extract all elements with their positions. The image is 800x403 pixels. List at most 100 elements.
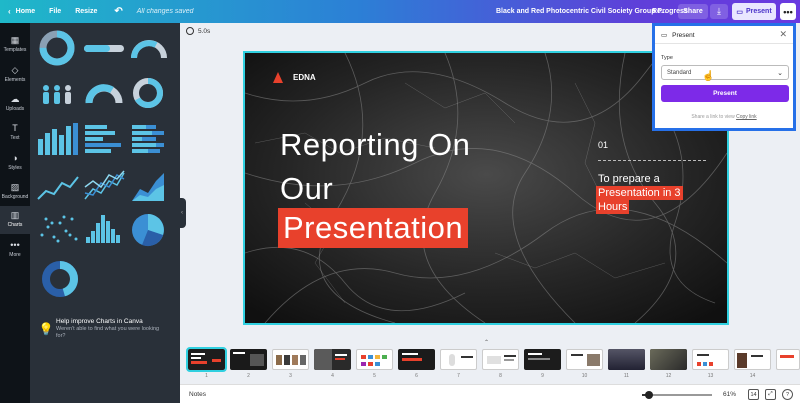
line-chart-thumbnail[interactable] [37, 176, 79, 200]
present-title: Present [672, 31, 695, 39]
rail-item-background[interactable]: ▨ Background [0, 182, 30, 200]
slide-title-line2[interactable]: Our [280, 172, 333, 206]
present-dropdown: ▭ Present ✕ Type Standard ⌄ Present Shar… [652, 23, 796, 131]
rail-label: Uploads [5, 106, 25, 112]
slide-title-line1[interactable]: Reporting On [280, 128, 470, 162]
slide-subtitle-line3[interactable]: Hours [596, 200, 630, 214]
rail-item-templates[interactable]: ▦ Templates [0, 35, 30, 53]
zoom-value[interactable]: 61% [723, 391, 736, 398]
text-icon: T [12, 123, 18, 133]
collapse-panel-handle[interactable]: ‹ [178, 198, 186, 228]
page-thumbnail[interactable] [692, 349, 729, 370]
slide-title-line3[interactable]: Presentation [278, 208, 469, 248]
page-thumbnail[interactable] [734, 349, 771, 370]
more-options-button[interactable]: ••• [780, 3, 796, 20]
stacked-bar-thumbnail[interactable] [132, 125, 164, 153]
chart-thumbnails [37, 30, 167, 297]
rail-item-styles[interactable]: ◑ Styles [0, 153, 30, 171]
scatter-chart-thumbnail[interactable] [40, 215, 78, 243]
elements-icon: ◇ [11, 65, 19, 75]
type-label: Type [661, 55, 673, 61]
page-number: 1 [205, 373, 208, 379]
bottom-bar: Notes 61% 14 ⤢ ? [180, 384, 800, 403]
donut-chart-thumbnail[interactable] [39, 30, 75, 66]
page-number: 2 [247, 373, 250, 379]
help-body-2: for? [56, 333, 66, 339]
page-thumbnail[interactable] [482, 349, 519, 370]
help-improve-charts[interactable]: 💡 Help improve Charts in Canva Weren't a… [36, 318, 176, 348]
page-thumbnail[interactable] [608, 349, 645, 370]
page-number: 3 [289, 373, 292, 379]
slide-subtitle-line1[interactable]: To prepare a [598, 173, 660, 185]
present-icon: ▭ [661, 32, 668, 39]
progress-bar-thumbnail[interactable] [84, 45, 124, 52]
page-thumbnail[interactable] [440, 349, 477, 370]
page-thumbnail[interactable] [650, 349, 687, 370]
page-number: 11 [623, 373, 630, 379]
rail-item-uploads[interactable]: ☁ Uploads [0, 94, 30, 112]
close-icon[interactable]: ✕ [779, 29, 787, 40]
page-thumbnail[interactable] [356, 349, 393, 370]
share-button[interactable]: Share [678, 4, 708, 19]
present-button[interactable]: ▭ Present [732, 3, 776, 20]
page-thumbnail[interactable] [524, 349, 561, 370]
help-body: Weren't able to find what you were looki… [56, 326, 160, 332]
download-button[interactable]: ⤓ [710, 4, 728, 19]
file-menu[interactable]: File [42, 0, 68, 23]
page-number: 10 [581, 373, 588, 379]
fullscreen-icon[interactable]: ⤢ [765, 389, 776, 400]
page-thumbnail[interactable] [566, 349, 603, 370]
rail-item-more[interactable]: ••• More [0, 240, 30, 258]
column-chart-thumbnail[interactable] [38, 123, 78, 155]
type-select[interactable]: Standard ⌄ [661, 65, 789, 80]
page-number: 12 [665, 373, 672, 379]
copy-link[interactable]: Copy link [736, 114, 757, 120]
help-button[interactable]: ? [782, 389, 793, 400]
rail-label: More [9, 252, 21, 258]
ring-thumbnail[interactable] [133, 78, 163, 108]
zoom-slider-handle[interactable] [645, 391, 653, 399]
present-label: Present [745, 8, 772, 15]
histogram-thumbnail[interactable] [86, 215, 120, 243]
rail-item-charts[interactable]: ▥ Charts [0, 206, 30, 234]
slide-subtitle-line2[interactable]: Presentation in 3 [596, 186, 683, 200]
page-thumbnail[interactable] [272, 349, 309, 370]
page-thumbnail[interactable] [776, 349, 800, 370]
duration-value: 5.0s [198, 27, 211, 35]
undo-icon[interactable]: ↶ [104, 0, 129, 23]
brand-logo: EDNA [273, 72, 316, 83]
half-gauge-thumbnail[interactable] [85, 84, 123, 104]
page-number: 9 [541, 373, 544, 379]
download-icon: ⤓ [717, 6, 721, 16]
page-count-button[interactable]: 14 [748, 389, 759, 400]
present-header: ▭ Present [661, 31, 695, 40]
present-confirm-button[interactable]: Present [661, 85, 789, 102]
notes-button[interactable]: Notes [189, 391, 206, 398]
page-number: 13 [707, 373, 714, 379]
donut-multi-thumbnail[interactable] [42, 261, 78, 297]
slide-duration[interactable]: 5.0s [186, 27, 210, 35]
pictogram-thumbnail[interactable] [43, 85, 71, 104]
page-thumbnail[interactable] [398, 349, 435, 370]
zoom-slider[interactable] [642, 391, 712, 399]
area-chart-thumbnail[interactable] [132, 173, 164, 201]
home-button[interactable]: ‹ Home [0, 0, 42, 23]
gauge-thumbnail[interactable] [131, 40, 167, 59]
resize-label: Resize [75, 8, 98, 15]
multi-line-thumbnail[interactable] [84, 170, 125, 200]
bar-chart-thumbnail[interactable] [85, 125, 121, 153]
timer-icon [186, 27, 194, 35]
home-label: Home [15, 8, 36, 15]
filmstrip: 1 2 3 4 5 6 7 8 9 10 11 12 13 14 [180, 344, 800, 382]
page-thumbnail[interactable] [314, 349, 351, 370]
resize-button[interactable]: Resize [68, 0, 104, 23]
rail-item-text[interactable]: T Text [0, 123, 30, 141]
charts-panel: 💡 Help improve Charts in Canva Weren't a… [30, 23, 180, 403]
page-number: 5 [373, 373, 376, 379]
page-thumbnail[interactable] [186, 347, 227, 372]
page-thumbnail[interactable] [230, 349, 267, 370]
pie-chart-thumbnail[interactable] [132, 214, 164, 247]
rail-item-elements[interactable]: ◇ Elements [0, 65, 30, 83]
slide-number-text[interactable]: 01 [598, 140, 608, 150]
page-number: 8 [499, 373, 502, 379]
